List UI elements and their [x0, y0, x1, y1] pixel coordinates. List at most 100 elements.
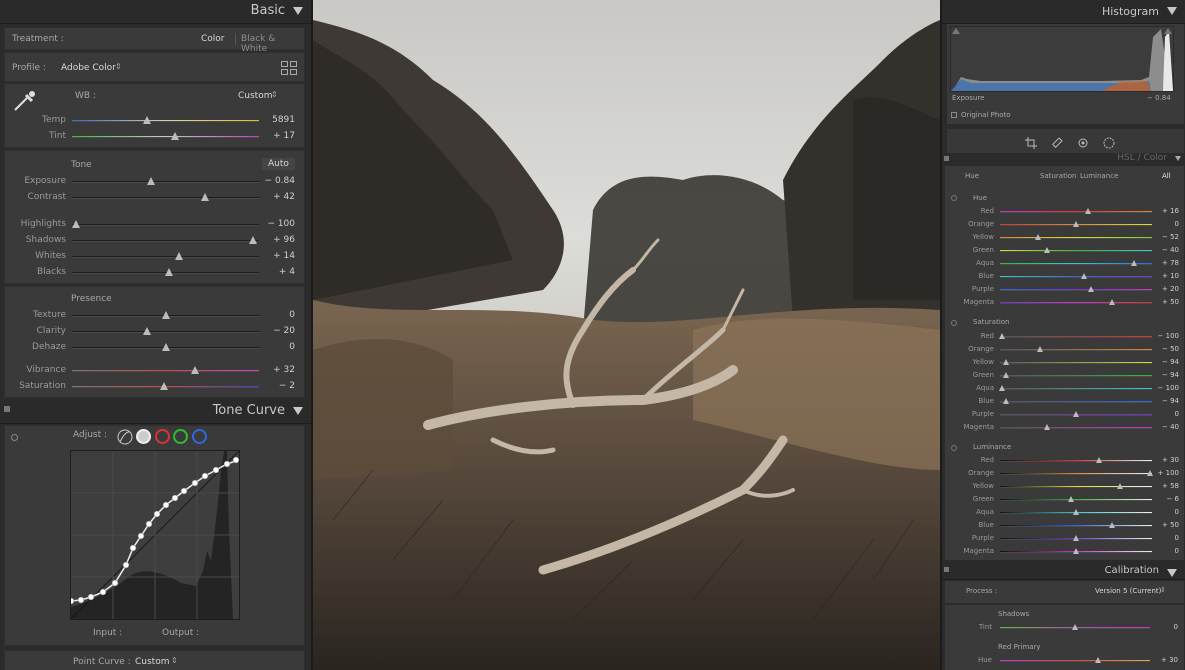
hsl-slider-track[interactable]: [1000, 260, 1152, 266]
wb-dropdown[interactable]: Custom: [238, 91, 272, 101]
hsl-slider-thumb[interactable]: [1117, 483, 1124, 489]
target-adjust-icon[interactable]: [11, 434, 18, 441]
hue-target-icon[interactable]: [951, 195, 957, 201]
crop-icon[interactable]: [1025, 134, 1037, 149]
basic-slider-track[interactable]: [72, 252, 259, 260]
red-channel-icon[interactable]: [155, 429, 170, 444]
hsl-slider-track[interactable]: [1000, 372, 1152, 378]
calibration-hue-thumb[interactable]: [1094, 657, 1101, 663]
process-dropdown[interactable]: Version 5 (Current): [1095, 587, 1161, 595]
hsl-slider-track[interactable]: [1000, 398, 1152, 404]
photo-preview[interactable]: [313, 0, 940, 670]
hsl-slider-thumb[interactable]: [1036, 346, 1043, 352]
hsl-tab[interactable]: Hue: [965, 172, 979, 180]
hsl-slider-thumb[interactable]: [1035, 234, 1041, 240]
basic-slider-track[interactable]: [72, 132, 259, 140]
panel-toggle-icon[interactable]: [944, 156, 949, 161]
hsl-slider-track[interactable]: [1000, 424, 1152, 430]
green-channel-icon[interactable]: [173, 429, 188, 444]
hsl-slider-thumb[interactable]: [1003, 372, 1010, 378]
hsl-slider-thumb[interactable]: [1088, 286, 1095, 292]
basic-slider-thumb[interactable]: [200, 193, 209, 201]
hsl-slider-track[interactable]: [1000, 411, 1152, 417]
hsl-slider-track[interactable]: [1000, 509, 1152, 515]
hsl-slider-track[interactable]: [1000, 496, 1152, 502]
hsl-slider-track[interactable]: [1000, 273, 1152, 279]
hsl-slider-thumb[interactable]: [1073, 509, 1079, 515]
healing-brush-icon[interactable]: [1051, 134, 1063, 148]
basic-slider-track[interactable]: [72, 268, 259, 276]
basic-slider-track[interactable]: [72, 311, 259, 319]
hsl-slider-track[interactable]: [1000, 535, 1152, 541]
hsl-slider-thumb[interactable]: [1085, 208, 1092, 214]
basic-slider-track[interactable]: [71, 220, 259, 228]
basic-slider-thumb[interactable]: [170, 132, 179, 140]
profile-dropdown-arrow-icon[interactable]: ⇕: [115, 62, 122, 71]
basic-slider-thumb[interactable]: [165, 268, 174, 276]
hsl-slider-thumb[interactable]: [1073, 221, 1079, 227]
hsl-slider-track[interactable]: [1000, 247, 1152, 253]
hsl-slider-track[interactable]: [1000, 457, 1152, 463]
calibration-hue-track[interactable]: [1000, 657, 1150, 663]
tone-curve-svg[interactable]: [67, 450, 240, 620]
hsl-slider-thumb[interactable]: [1003, 398, 1010, 404]
basic-slider-thumb[interactable]: [191, 366, 200, 374]
basic-slider-track[interactable]: [72, 327, 259, 335]
luminance-target-icon[interactable]: [951, 445, 957, 451]
shadow-clip-icon[interactable]: [952, 28, 960, 34]
basic-slider-thumb[interactable]: [159, 382, 168, 390]
profile-dropdown[interactable]: Adobe Color: [61, 63, 116, 73]
basic-slider-thumb[interactable]: [71, 220, 80, 228]
basic-slider-track[interactable]: [72, 343, 259, 351]
process-dropdown-arrow-icon[interactable]: ⇕: [1160, 586, 1166, 594]
hsl-slider-track[interactable]: [1000, 548, 1152, 554]
panel-toggle-icon[interactable]: [944, 567, 949, 572]
treatment-bw-button[interactable]: Black & White: [241, 34, 304, 54]
hsl-slider-thumb[interactable]: [1130, 260, 1137, 266]
hsl-slider-track[interactable]: [1000, 346, 1152, 352]
point-curve-arrow-icon[interactable]: ⇕: [171, 656, 178, 665]
collapse-triangle-icon[interactable]: [1175, 156, 1181, 161]
point-curve-dropdown[interactable]: Custom: [135, 657, 169, 667]
hsl-slider-track[interactable]: [1000, 221, 1152, 227]
hsl-slider-track[interactable]: [1000, 208, 1152, 214]
blue-channel-icon[interactable]: [192, 429, 207, 444]
collapse-triangle-icon[interactable]: [1167, 569, 1177, 577]
hsl-slider-track[interactable]: [1000, 299, 1152, 305]
treatment-color-button[interactable]: Color: [201, 34, 225, 44]
hsl-slider-track[interactable]: [1000, 234, 1152, 240]
hsl-slider-thumb[interactable]: [1073, 535, 1079, 541]
basic-slider-track[interactable]: [72, 177, 259, 185]
collapse-triangle-icon[interactable]: [293, 7, 303, 15]
red-eye-icon[interactable]: [1077, 134, 1089, 148]
hsl-slider-track[interactable]: [1000, 470, 1154, 476]
basic-slider-track[interactable]: [72, 236, 259, 244]
basic-slider-track[interactable]: [72, 116, 259, 124]
hsl-tab[interactable]: All: [1162, 172, 1171, 180]
histogram-graph[interactable]: [950, 26, 1174, 92]
hsl-slider-thumb[interactable]: [1073, 411, 1079, 417]
basic-slider-thumb[interactable]: [146, 177, 155, 185]
collapse-triangle-icon[interactable]: [293, 407, 303, 415]
original-photo-checkbox[interactable]: [951, 112, 957, 118]
hsl-slider-track[interactable]: [1000, 359, 1152, 365]
collapse-triangle-icon[interactable]: [1167, 7, 1177, 15]
highlight-clip-icon[interactable]: [1164, 28, 1172, 34]
hsl-slider-thumb[interactable]: [1109, 522, 1116, 528]
hsl-slider-thumb[interactable]: [1003, 359, 1010, 365]
basic-slider-thumb[interactable]: [142, 116, 151, 124]
calibration-tint-thumb[interactable]: [1072, 624, 1078, 630]
calibration-tint-track[interactable]: [1000, 624, 1150, 630]
wb-dropdown-arrow-icon[interactable]: ⇕: [271, 90, 278, 99]
rgb-channel-icon[interactable]: [136, 429, 151, 444]
basic-slider-track[interactable]: [72, 193, 259, 201]
hsl-slider-track[interactable]: [998, 385, 1152, 391]
parametric-curve-icon[interactable]: [117, 429, 133, 445]
hsl-slider-thumb[interactable]: [998, 333, 1005, 339]
basic-slider-thumb[interactable]: [174, 252, 183, 260]
hsl-slider-track[interactable]: [1000, 522, 1152, 528]
hsl-slider-track[interactable]: [998, 333, 1152, 339]
eyedropper-icon[interactable]: [11, 88, 37, 114]
hsl-slider-thumb[interactable]: [1073, 548, 1079, 554]
masking-icon[interactable]: [1103, 134, 1115, 149]
